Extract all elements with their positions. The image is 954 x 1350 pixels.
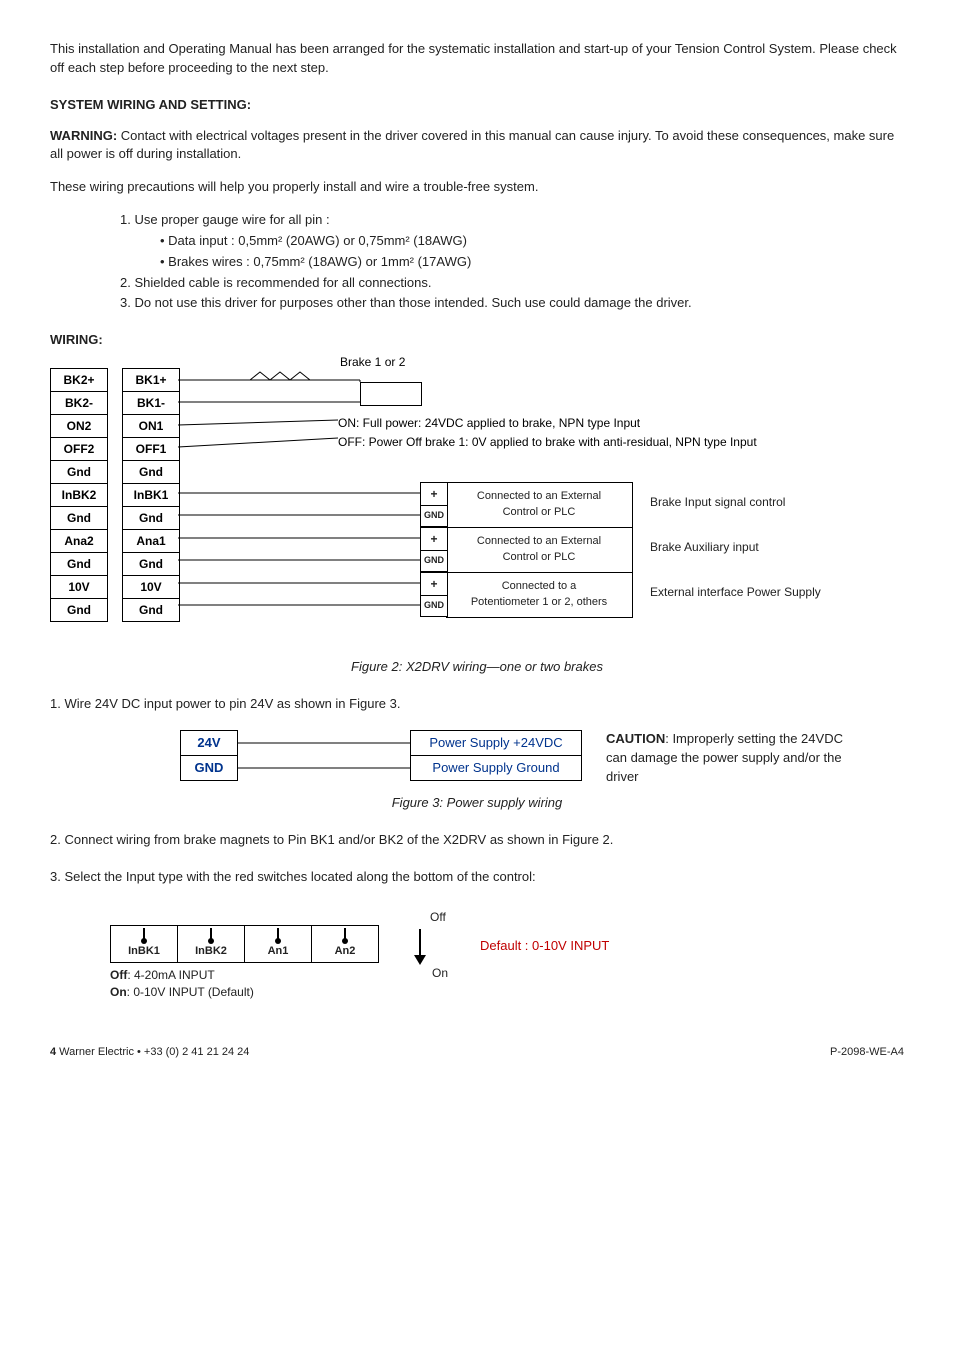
figure-3-caption: Figure 3: Power supply wiring	[50, 794, 904, 813]
brake-box-icon	[360, 382, 422, 406]
pin-label: 24V	[181, 731, 237, 756]
plus-icon: +	[420, 482, 448, 506]
figure-2-diagram: BK2+ BK2- ON2 OFF2 Gnd InBK2 Gnd Ana2 Gn…	[50, 360, 880, 650]
list-item: 2. Shielded cable is recommended for all…	[120, 274, 904, 293]
precautions-text: These wiring precautions will help you p…	[50, 178, 904, 197]
footer-left: Warner Electric • +33 (0) 2 41 21 24 24	[56, 1046, 249, 1058]
dip-switch: InBK1	[111, 926, 178, 962]
list-item: • Brakes wires : 0,75mm² (18AWG) or 1mm²…	[160, 253, 904, 272]
power-supply-label: Power Supply +24VDC	[411, 731, 581, 756]
list-item: 3. Do not use this driver for purposes o…	[120, 294, 904, 313]
mid-text: Connected to a	[502, 579, 577, 595]
on-legend-text: : 0-10V INPUT (Default)	[127, 985, 254, 999]
mid-text: Potentiometer 1 or 2, others	[471, 595, 607, 611]
connection-target: Connected to an External Control or PLC	[446, 482, 633, 528]
switch-label: An2	[312, 944, 378, 960]
switch-label: InBK1	[111, 944, 177, 960]
power-supply-label: Power Supply Ground	[411, 756, 581, 780]
figure-2-caption: Figure 2: X2DRV wiring—one or two brakes	[50, 658, 904, 677]
off-label: Off	[430, 909, 446, 926]
connection-note: Brake Auxiliary input	[650, 539, 759, 556]
power-pin-block: 24V GND	[180, 730, 238, 781]
wiring-heading: WIRING:	[50, 331, 904, 350]
switch-legend: Off: 4-20mA INPUT On: 0-10V INPUT (Defau…	[110, 967, 254, 1002]
dip-switch: An2	[312, 926, 378, 962]
gnd-label: GND	[420, 594, 448, 617]
list-item: 1. Use proper gauge wire for all pin :	[120, 211, 904, 230]
precautions-list: 1. Use proper gauge wire for all pin : •…	[120, 211, 904, 313]
dip-switch-diagram: InBK1 InBK2 An1 An2 Off On Default : 0-1…	[110, 905, 790, 1015]
page-footer: 4 Warner Electric • +33 (0) 2 41 21 24 2…	[50, 1045, 904, 1061]
list-item: • Data input : 0,5mm² (20AWG) or 0,75mm²…	[160, 232, 904, 251]
caution-paragraph: CAUTION: Improperly setting the 24VDC ca…	[606, 730, 856, 787]
connection-target: Connected to an External Control or PLC	[446, 527, 633, 573]
footer-right: P-2098-WE-A4	[830, 1045, 904, 1061]
gnd-label: GND	[420, 504, 448, 527]
off-text: OFF: Power Off brake 1: 0V applied to br…	[338, 433, 898, 452]
on-label: On	[432, 965, 448, 982]
default-note: Default : 0-10V INPUT	[480, 937, 609, 956]
brake-label: Brake 1 or 2	[340, 354, 405, 371]
section-title-wiring-setting: SYSTEM WIRING AND SETTING:	[50, 96, 904, 115]
connection-target: Connected to a Potentiometer 1 or 2, oth…	[446, 572, 633, 618]
on-legend-label: On	[110, 985, 127, 999]
switch-label: InBK2	[178, 944, 244, 960]
dip-switch: InBK2	[178, 926, 245, 962]
connection-note: Brake Input signal control	[650, 494, 785, 511]
warning-paragraph: WARNING: Contact with electrical voltage…	[50, 127, 904, 165]
figure-3-diagram: 24V GND Power Supply +24VDC Power Supply…	[180, 730, 580, 784]
step-3-text: 3. Select the Input type with the red sw…	[50, 868, 904, 887]
wiring-lines-icon	[237, 730, 410, 782]
on-off-description: ON: Full power: 24VDC applied to brake, …	[338, 414, 898, 452]
on-text: ON: Full power: 24VDC applied to brake, …	[338, 414, 898, 433]
warning-text: Contact with electrical voltages present…	[50, 128, 894, 162]
gnd-label: GND	[420, 549, 448, 572]
switch-label: An1	[245, 944, 311, 960]
dip-switch-box: InBK1 InBK2 An1 An2	[110, 925, 379, 963]
arrow-down-icon	[410, 927, 430, 967]
dip-switch: An1	[245, 926, 312, 962]
mid-text: Connected to an External	[477, 489, 601, 505]
step-1-text: 1. Wire 24V DC input power to pin 24V as…	[50, 695, 904, 714]
mid-text: Connected to an External	[477, 534, 601, 550]
mid-text: Control or PLC	[503, 505, 576, 521]
pin-label: GND	[181, 756, 237, 780]
plus-icon: +	[420, 572, 448, 596]
off-legend-text: : 4-20mA INPUT	[127, 968, 214, 982]
connection-note: External interface Power Supply	[650, 584, 821, 601]
intro-paragraph: This installation and Operating Manual h…	[50, 40, 904, 78]
off-legend-label: Off	[110, 968, 127, 982]
warning-label: WARNING:	[50, 128, 117, 143]
caution-label: CAUTION	[606, 731, 665, 746]
plus-icon: +	[420, 527, 448, 551]
power-supply-block: Power Supply +24VDC Power Supply Ground	[410, 730, 582, 781]
mid-text: Control or PLC	[503, 550, 576, 566]
step-2-text: 2. Connect wiring from brake magnets to …	[50, 831, 904, 850]
